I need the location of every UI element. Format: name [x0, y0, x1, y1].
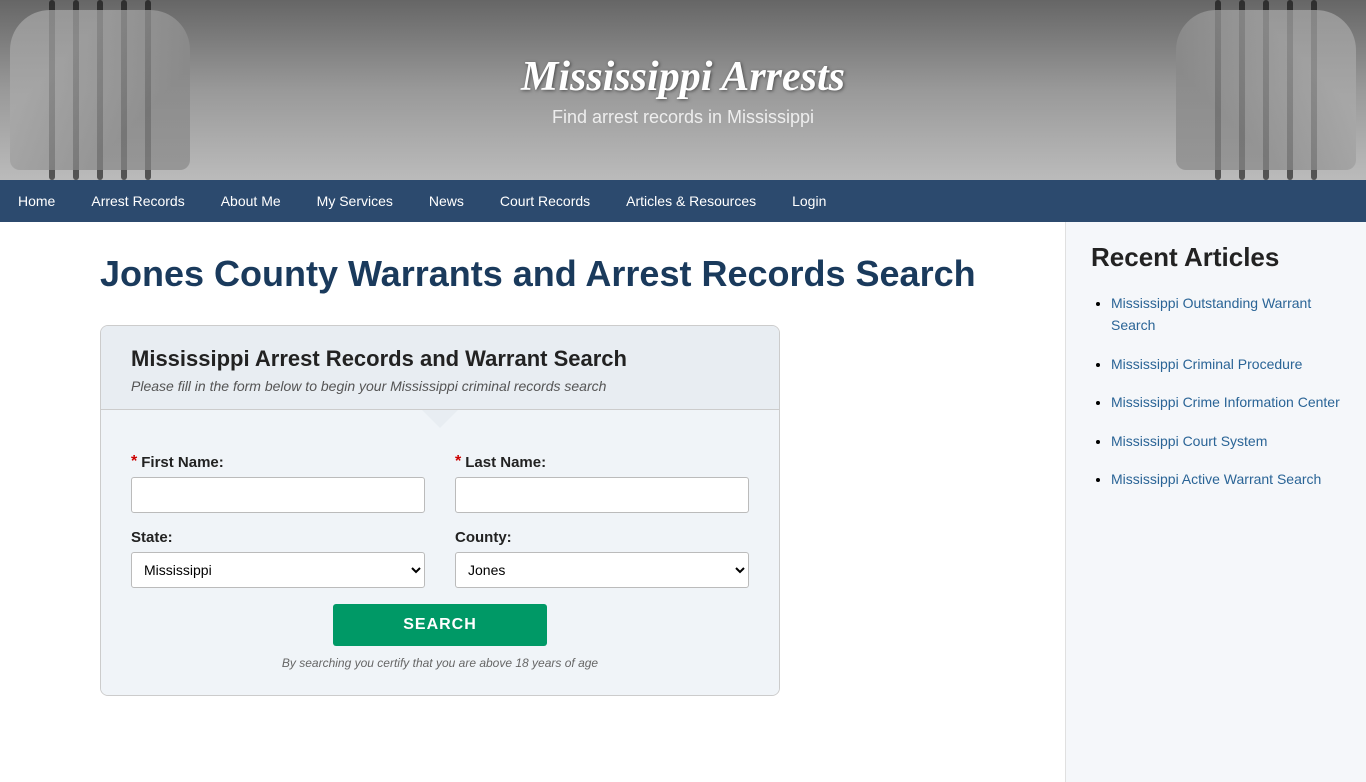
article-link-4[interactable]: Mississippi Court System [1111, 433, 1267, 449]
sidebar-title: Recent Articles [1091, 242, 1341, 273]
name-row: * First Name: * Last Name: [131, 453, 749, 513]
county-group: County: Jones [455, 529, 749, 588]
site-subtitle: Find arrest records in Mississippi [552, 107, 814, 128]
content-area: Jones County Warrants and Arrest Records… [0, 222, 1066, 782]
nav-about-me[interactable]: About Me [203, 180, 299, 222]
state-label: State: [131, 529, 425, 546]
triangle-pointer [422, 410, 458, 428]
site-title: Mississippi Arrests [521, 53, 845, 101]
state-county-row: State: Mississippi County: Jones [131, 529, 749, 588]
list-item: Mississippi Outstanding Warrant Search [1111, 293, 1341, 338]
first-name-label: * First Name: [131, 453, 425, 471]
sidebar: Recent Articles Mississippi Outstanding … [1066, 222, 1366, 782]
search-form: * First Name: * Last Name: [101, 428, 779, 695]
search-box-subheading: Please fill in the form below to begin y… [131, 378, 749, 394]
nav-articles-resources[interactable]: Articles & Resources [608, 180, 774, 222]
last-name-group: * Last Name: [455, 453, 749, 513]
main-container: Jones County Warrants and Arrest Records… [0, 222, 1366, 782]
nav-court-records[interactable]: Court Records [482, 180, 608, 222]
first-name-group: * First Name: [131, 453, 425, 513]
main-nav: Home Arrest Records About Me My Services… [0, 180, 1366, 222]
hands-left-image [10, 10, 190, 170]
hands-right-image [1176, 10, 1356, 170]
list-item: Mississippi Active Warrant Search [1111, 469, 1341, 491]
nav-my-services[interactable]: My Services [299, 180, 411, 222]
first-name-input[interactable] [131, 477, 425, 513]
search-box-header: Mississippi Arrest Records and Warrant S… [101, 326, 779, 410]
search-btn-row: SEARCH [131, 604, 749, 646]
search-box: Mississippi Arrest Records and Warrant S… [100, 325, 780, 696]
list-item: Mississippi Crime Information Center [1111, 392, 1341, 414]
hero-section: Mississippi Arrests Find arrest records … [0, 0, 1366, 180]
nav-login[interactable]: Login [774, 180, 844, 222]
certify-text: By searching you certify that you are ab… [131, 656, 749, 670]
article-link-2[interactable]: Mississippi Criminal Procedure [1111, 356, 1302, 372]
search-button[interactable]: SEARCH [333, 604, 547, 646]
article-link-1[interactable]: Mississippi Outstanding Warrant Search [1111, 295, 1311, 333]
county-label: County: [455, 529, 749, 546]
last-name-input[interactable] [455, 477, 749, 513]
last-name-label: * Last Name: [455, 453, 749, 471]
list-item: Mississippi Court System [1111, 431, 1341, 453]
required-star-last: * [455, 453, 461, 471]
county-select[interactable]: Jones [455, 552, 749, 588]
nav-arrest-records[interactable]: Arrest Records [73, 180, 202, 222]
state-group: State: Mississippi [131, 529, 425, 588]
recent-articles-list: Mississippi Outstanding Warrant Search M… [1091, 293, 1341, 491]
state-select[interactable]: Mississippi [131, 552, 425, 588]
nav-home[interactable]: Home [0, 180, 73, 222]
nav-news[interactable]: News [411, 180, 482, 222]
search-box-heading: Mississippi Arrest Records and Warrant S… [131, 346, 749, 372]
list-item: Mississippi Criminal Procedure [1111, 354, 1341, 376]
required-star-first: * [131, 453, 137, 471]
page-title: Jones County Warrants and Arrest Records… [100, 252, 1035, 295]
article-link-3[interactable]: Mississippi Crime Information Center [1111, 394, 1340, 410]
article-link-5[interactable]: Mississippi Active Warrant Search [1111, 471, 1321, 487]
